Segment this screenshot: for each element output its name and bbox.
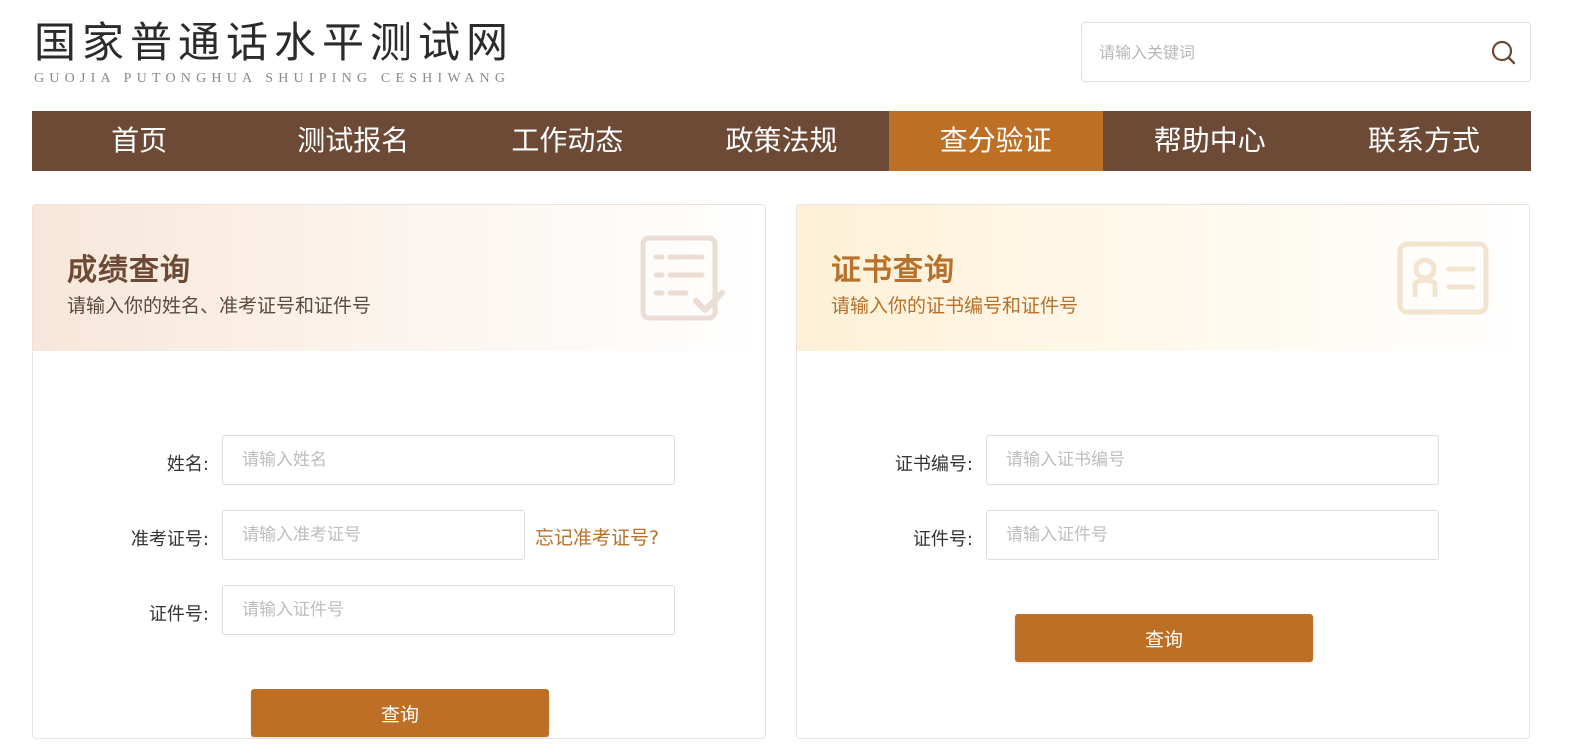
- logo-subtitle: GUOJIA PUTONGHUA SHUIPING CESHIWANG: [34, 71, 511, 86]
- id-number-input[interactable]: [222, 585, 675, 635]
- id-card-icon: [1397, 241, 1489, 319]
- score-query-description: 请输入你的姓名、准考证号和证件号: [67, 295, 372, 317]
- name-input[interactable]: [222, 435, 675, 485]
- certificate-query-button[interactable]: 查询: [1015, 614, 1313, 662]
- name-label: 姓名:: [166, 454, 209, 475]
- certificate-id-input[interactable]: [986, 510, 1439, 560]
- certificate-number-input[interactable]: [986, 435, 1439, 485]
- search-icon[interactable]: [1488, 37, 1520, 69]
- logo-title: 国家普通话水平测试网: [34, 18, 515, 67]
- certificate-query-header: 证书查询 请输入你的证书编号和证件号: [797, 205, 1529, 351]
- nav-item-score-verify[interactable]: 查分验证: [888, 111, 1103, 171]
- site-logo[interactable]: 国家普通话水平测试网 GUOJIA PUTONGHUA SHUIPING CES…: [34, 18, 514, 87]
- nav-item-contact[interactable]: 联系方式: [1317, 111, 1531, 171]
- search-box: [1081, 22, 1531, 82]
- score-query-panel: 成绩查询 请输入你的姓名、准考证号和证件号 姓名: 准考证号: 忘记准考证号? …: [32, 204, 766, 739]
- nav-item-registration[interactable]: 测试报名: [246, 111, 460, 171]
- forgot-ticket-link[interactable]: 忘记准考证号?: [535, 523, 659, 550]
- id-number-label: 证件号:: [148, 604, 209, 625]
- nav-item-help[interactable]: 帮助中心: [1103, 111, 1317, 171]
- checklist-document-icon: [640, 235, 726, 325]
- score-query-title: 成绩查询: [67, 253, 191, 288]
- nav-item-home[interactable]: 首页: [32, 111, 246, 171]
- nav-item-news[interactable]: 工作动态: [460, 111, 674, 171]
- nav-item-policies[interactable]: 政策法规: [674, 111, 888, 171]
- ticket-number-label: 准考证号:: [130, 529, 209, 550]
- main-nav: 首页 测试报名 工作动态 政策法规 查分验证 帮助中心 联系方式: [32, 111, 1531, 171]
- score-query-button[interactable]: 查询: [251, 689, 549, 737]
- certificate-query-title: 证书查询: [831, 253, 955, 288]
- certificate-number-label: 证书编号:: [894, 454, 973, 475]
- score-query-header: 成绩查询 请输入你的姓名、准考证号和证件号: [33, 205, 765, 351]
- certificate-query-panel: 证书查询 请输入你的证书编号和证件号 证书编号: 证件号: 查询: [796, 204, 1530, 739]
- search-input[interactable]: [1082, 23, 1472, 81]
- certificate-query-description: 请输入你的证书编号和证件号: [831, 295, 1079, 317]
- ticket-number-input[interactable]: [222, 510, 525, 560]
- certificate-id-label: 证件号:: [912, 529, 973, 550]
